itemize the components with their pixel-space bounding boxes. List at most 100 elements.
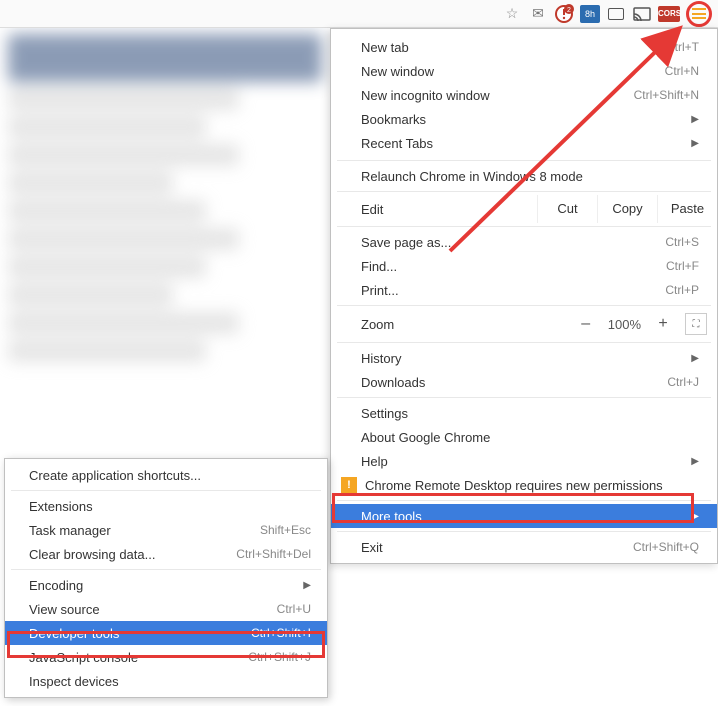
menu-label: JavaScript console — [29, 650, 138, 665]
menu-history[interactable]: History ▶ — [331, 346, 717, 370]
submenu-extensions[interactable]: Extensions — [5, 494, 327, 518]
menu-new-incognito[interactable]: New incognito window Ctrl+Shift+N — [331, 83, 717, 107]
menu-label: Task manager — [29, 523, 111, 538]
menu-recent-tabs[interactable]: Recent Tabs ▶ — [331, 131, 717, 155]
menu-shortcut: Ctrl+S — [665, 235, 699, 249]
browser-toolbar: ☆ ✉ 2 8h CORS — [0, 0, 718, 28]
submenu-create-shortcuts[interactable]: Create application shortcuts... — [5, 463, 327, 487]
separator — [337, 531, 711, 532]
separator — [337, 305, 711, 306]
menu-zoom-row: Zoom – 100% + ⛶ — [331, 309, 717, 339]
separator — [337, 342, 711, 343]
menu-label: Zoom — [361, 317, 578, 332]
menu-new-tab[interactable]: New tab Ctrl+T — [331, 35, 717, 59]
separator — [337, 397, 711, 398]
menu-edit-row: Edit Cut Copy Paste — [331, 195, 717, 223]
submenu-task-manager[interactable]: Task managerShift+Esc — [5, 518, 327, 542]
menu-save-page[interactable]: Save page as... Ctrl+S — [331, 230, 717, 254]
menu-label: New window — [361, 64, 434, 79]
separator — [11, 569, 321, 570]
separator — [11, 490, 321, 491]
bookmark-star-icon[interactable]: ☆ — [502, 4, 522, 24]
menu-label: Bookmarks — [361, 112, 426, 127]
extension-blue-icon[interactable]: 8h — [580, 5, 600, 23]
menu-shortcut: Ctrl+F — [666, 259, 699, 273]
hamburger-menu-icon[interactable] — [692, 8, 706, 19]
menu-label: Help — [361, 454, 388, 469]
chevron-right-icon: ▶ — [691, 511, 699, 522]
submenu-clear-data[interactable]: Clear browsing data... Ctrl+Shift+Del — [5, 542, 327, 566]
menu-more-tools[interactable]: More tools ▶ — [331, 504, 717, 528]
svg-text:2: 2 — [567, 7, 571, 14]
chevron-right-icon: ▶ — [691, 456, 699, 467]
cors-extension-icon[interactable]: CORS — [658, 6, 680, 22]
chevron-right-icon: ▶ — [691, 138, 699, 149]
menu-shortcut: Ctrl+Shift+Q — [633, 540, 699, 554]
submenu-view-source[interactable]: View source Ctrl+U — [5, 597, 327, 621]
submenu-inspect-devices[interactable]: Inspect devices — [5, 669, 327, 693]
menu-label: Encoding — [29, 578, 83, 593]
menu-label: Save page as... — [361, 235, 451, 250]
menu-label: Create application shortcuts... — [29, 468, 201, 483]
edit-copy-button[interactable]: Copy — [597, 195, 657, 223]
mail-icon[interactable]: ✉ — [528, 4, 548, 24]
menu-label: Inspect devices — [29, 674, 119, 689]
zoom-value: 100% — [608, 317, 641, 332]
menu-downloads[interactable]: DownloadsCtrl+J — [331, 370, 717, 394]
menu-bookmarks[interactable]: Bookmarks▶ — [331, 107, 717, 131]
menu-label: New tab — [361, 40, 409, 55]
menu-label: Print... — [361, 283, 399, 298]
menu-print[interactable]: Print... Ctrl+P — [331, 278, 717, 302]
chevron-right-icon: ▶ — [303, 580, 311, 591]
separator — [337, 226, 711, 227]
menu-label: Extensions — [29, 499, 93, 514]
menu-about[interactable]: About Google Chrome — [331, 425, 717, 449]
submenu-encoding[interactable]: Encoding ▶ — [5, 573, 327, 597]
separator — [337, 500, 711, 501]
zoom-in-button[interactable]: + — [655, 315, 671, 333]
menu-label: About Google Chrome — [361, 430, 490, 445]
menu-label: Developer tools — [29, 626, 119, 641]
menu-shortcut: Ctrl+Shift+I — [251, 626, 311, 640]
chevron-right-icon: ▶ — [691, 353, 699, 364]
menu-new-window[interactable]: New windowCtrl+N — [331, 59, 717, 83]
menu-label: New incognito window — [361, 88, 490, 103]
menu-help[interactable]: Help ▶ — [331, 449, 717, 473]
menu-label: History — [361, 351, 401, 366]
menu-shortcut: Ctrl+U — [277, 602, 311, 616]
extension-shield-icon[interactable]: 2 — [554, 4, 574, 24]
menu-label: Recent Tabs — [361, 136, 433, 151]
separator — [337, 191, 711, 192]
menu-shortcut: Ctrl+Shift+N — [634, 88, 699, 102]
edit-cut-button[interactable]: Cut — [537, 195, 597, 223]
menu-label: Relaunch Chrome in Windows 8 mode — [361, 169, 583, 184]
submenu-developer-tools[interactable]: Developer tools Ctrl+Shift+I — [5, 621, 327, 645]
edit-paste-button[interactable]: Paste — [657, 195, 717, 223]
menu-label: View source — [29, 602, 100, 617]
zoom-out-button[interactable]: – — [578, 315, 594, 333]
menu-label: Clear browsing data... — [29, 547, 155, 562]
menu-warning-row[interactable]: ! Chrome Remote Desktop requires new per… — [331, 473, 717, 497]
menu-settings[interactable]: Settings — [331, 401, 717, 425]
separator — [337, 160, 711, 161]
menu-label: Find... — [361, 259, 397, 274]
warning-text: Chrome Remote Desktop requires new permi… — [365, 478, 663, 493]
menu-shortcut: Ctrl+J — [667, 375, 699, 389]
more-tools-submenu: Create application shortcuts... Extensio… — [4, 458, 328, 698]
hamburger-menu-circle — [686, 1, 712, 27]
submenu-js-console[interactable]: JavaScript consoleCtrl+Shift+J — [5, 645, 327, 669]
menu-label: More tools — [361, 509, 422, 524]
window-icon[interactable] — [606, 4, 626, 24]
menu-shortcut: Ctrl+P — [665, 283, 699, 297]
menu-find[interactable]: Find... Ctrl+F — [331, 254, 717, 278]
menu-label: Settings — [361, 406, 408, 421]
menu-exit[interactable]: Exit Ctrl+Shift+Q — [331, 535, 717, 559]
fullscreen-button[interactable]: ⛶ — [685, 313, 707, 335]
menu-relaunch-win8[interactable]: Relaunch Chrome in Windows 8 mode — [331, 164, 717, 188]
cast-icon[interactable] — [632, 4, 652, 24]
menu-label: Exit — [361, 540, 383, 555]
chrome-main-menu: New tab Ctrl+T New windowCtrl+N New incog… — [330, 28, 718, 564]
menu-shortcut: Ctrl+Shift+Del — [236, 547, 311, 561]
menu-shortcut: Ctrl+T — [666, 40, 699, 54]
menu-label: Edit — [361, 202, 537, 217]
